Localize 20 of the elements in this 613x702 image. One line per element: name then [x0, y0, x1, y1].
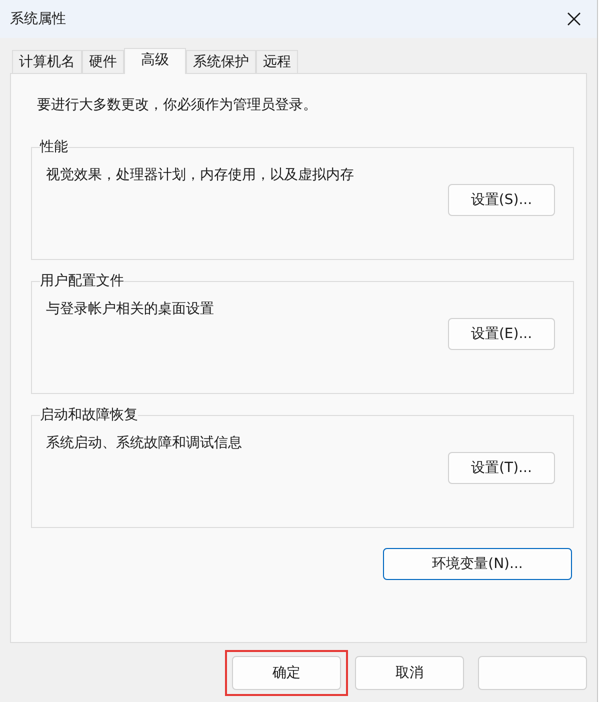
tab[interactable]: 硬件 [82, 50, 124, 73]
tab[interactable]: 高级 [124, 48, 186, 74]
group-description: 系统启动、系统故障和调试信息 [46, 434, 243, 452]
group-description: 视觉效果，处理器计划，内存使用，以及虚拟内存 [46, 166, 355, 184]
tab[interactable]: 系统保护 [186, 50, 256, 73]
group-title: 启动和故障恢复 [40, 406, 138, 424]
dialog-button[interactable]: 确定 [232, 656, 341, 690]
settings-button[interactable]: 设置(S)... [448, 184, 555, 216]
settings-button[interactable]: 设置(T)... [448, 452, 555, 484]
dialog-button[interactable]: 取消 [355, 656, 464, 690]
tab[interactable]: 远程 [256, 50, 298, 73]
group-title: 性能 [40, 138, 68, 156]
environment-variables-button[interactable]: 环境变量(N)... [383, 548, 572, 580]
close-icon [567, 12, 581, 26]
group-description: 与登录帐户相关的桌面设置 [46, 300, 215, 318]
notice-text: 要进行大多数更改，你必须作为管理员登录。 [37, 96, 318, 114]
tab[interactable]: 计算机名 [12, 50, 82, 73]
group-title: 用户配置文件 [40, 272, 124, 290]
settings-button[interactable]: 设置(E)... [448, 318, 555, 350]
window-title: 系统属性 [10, 10, 66, 28]
